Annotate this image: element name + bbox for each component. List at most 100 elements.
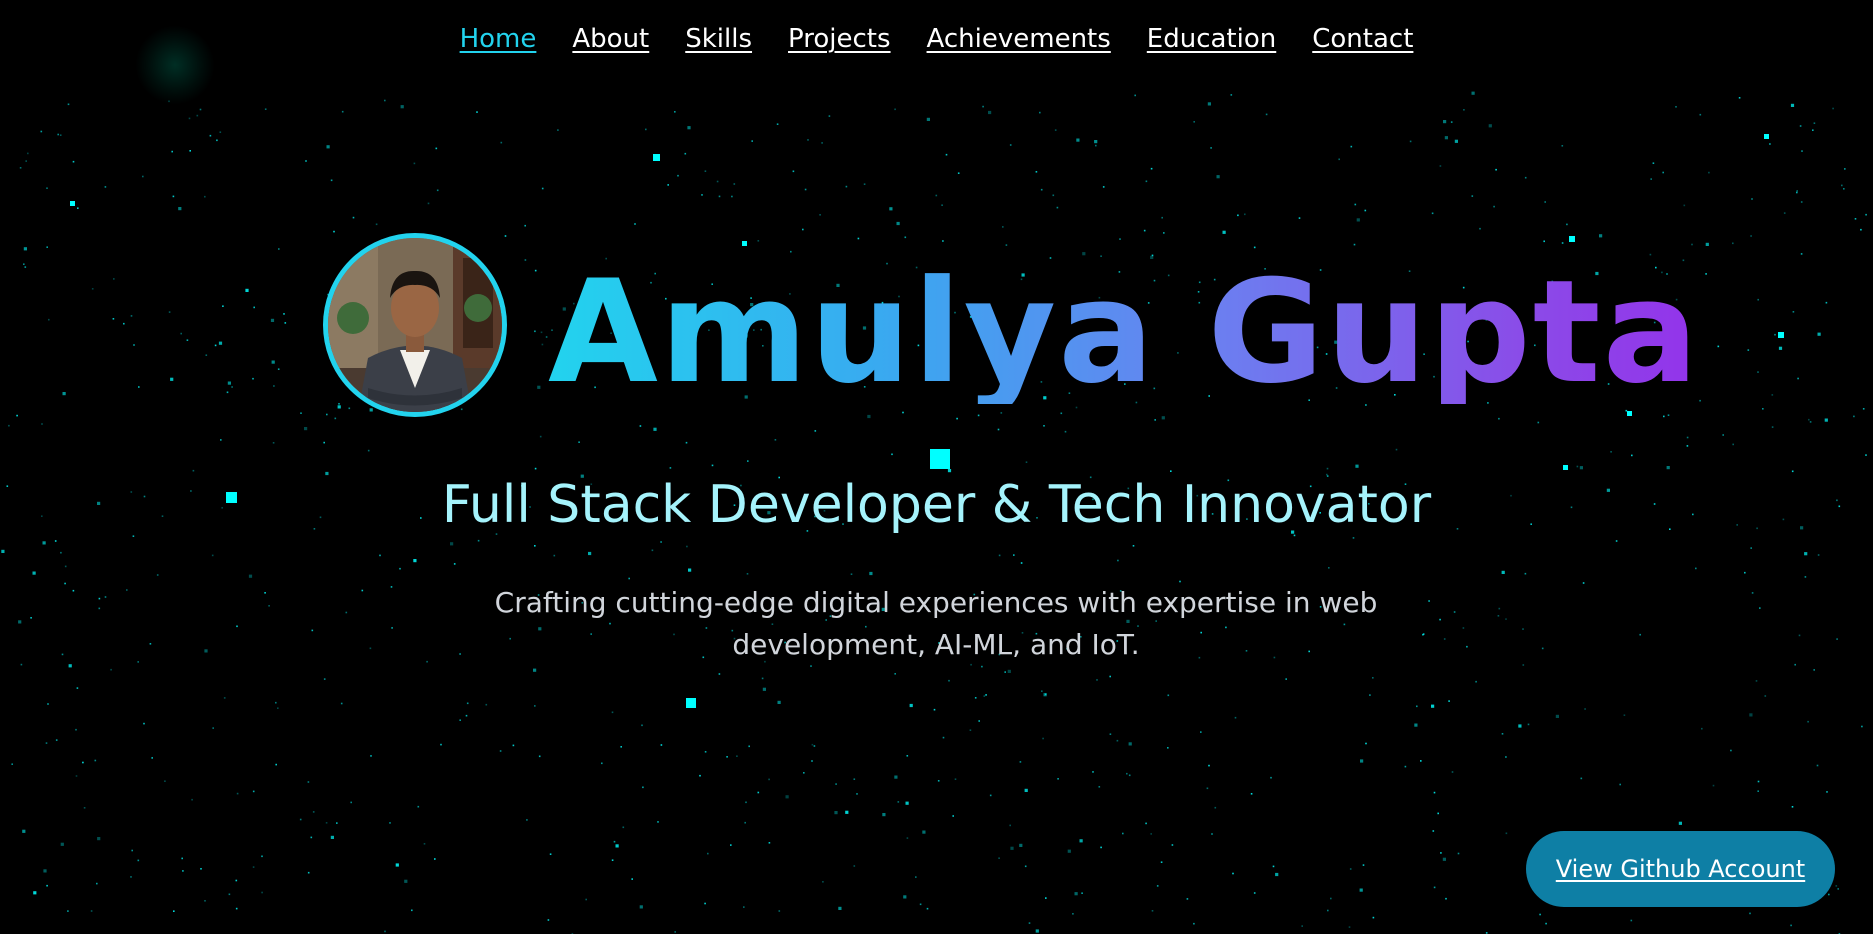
particle: [216, 139, 218, 142]
particle: [1338, 158, 1340, 161]
particle: [427, 202, 430, 205]
particle: [236, 625, 238, 628]
particle: [988, 110, 992, 115]
github-button-label[interactable]: View Github Account: [1556, 855, 1805, 883]
particle: [611, 859, 614, 861]
particle: [1505, 832, 1508, 835]
particle: [1348, 926, 1351, 928]
particle: [1722, 434, 1724, 436]
particle: [540, 331, 543, 334]
particle: [1522, 664, 1525, 666]
particle: [541, 187, 544, 190]
particle: [1128, 774, 1131, 777]
hero-name: Amulya Gupta: [548, 250, 1701, 415]
nav-link-skills[interactable]: Skills: [685, 24, 752, 54]
particle: [957, 172, 960, 174]
particle: [1576, 465, 1579, 468]
particle: [1807, 720, 1809, 723]
nav-link-home[interactable]: Home: [460, 24, 537, 54]
particle: [1143, 229, 1146, 232]
particle: [1545, 922, 1547, 925]
particle: [1156, 885, 1159, 887]
particle: [1466, 645, 1468, 648]
particle: [361, 589, 364, 592]
particle: [1749, 912, 1751, 915]
nav-link-projects[interactable]: Projects: [788, 24, 891, 54]
particle: [369, 408, 373, 412]
particle: [1253, 892, 1256, 894]
nav-link-education[interactable]: Education: [1147, 24, 1276, 54]
particle: [477, 539, 480, 542]
particle: [1167, 694, 1170, 697]
particle-large: [742, 241, 747, 246]
particle: [8, 424, 10, 427]
particle: [1064, 430, 1067, 433]
particle: [16, 414, 18, 417]
particle: [1828, 893, 1830, 896]
particle: [942, 240, 944, 242]
particle: [338, 403, 340, 405]
particle: [1013, 554, 1015, 556]
particle: [778, 910, 781, 912]
particle: [757, 791, 760, 794]
particle: [1652, 162, 1655, 164]
particle: [785, 795, 789, 799]
particle: [1844, 168, 1846, 170]
particle: [273, 385, 275, 387]
particle: [337, 405, 341, 409]
particle: [156, 574, 159, 576]
particle: [1854, 218, 1857, 220]
particle: [311, 629, 314, 632]
particle: [660, 744, 663, 746]
nav-link-achievements[interactable]: Achievements: [927, 24, 1111, 54]
particle: [533, 668, 537, 672]
particle: [867, 414, 871, 419]
particle: [1495, 168, 1497, 171]
particle: [1206, 787, 1209, 790]
particle: [850, 573, 853, 575]
particle: [1126, 772, 1128, 775]
particle: [1799, 125, 1802, 127]
particle: [751, 140, 753, 142]
github-button[interactable]: View Github Account: [1526, 831, 1835, 907]
particle: [1835, 885, 1838, 887]
particle: [1790, 924, 1792, 927]
particle: [1328, 567, 1330, 569]
particle: [333, 230, 335, 233]
particle: [312, 811, 315, 813]
particle: [1160, 861, 1163, 863]
particle: [1364, 209, 1367, 212]
particle: [969, 729, 972, 731]
particle: [222, 305, 224, 307]
particle: [76, 687, 79, 689]
particle: [704, 902, 706, 905]
particle: [989, 794, 992, 797]
particle: [1094, 140, 1098, 144]
particle: [104, 186, 107, 188]
particle: [628, 577, 630, 580]
particle: [326, 145, 330, 149]
particle: [1005, 244, 1008, 246]
particle: [685, 441, 688, 444]
particle: [43, 869, 47, 873]
particle: [1007, 669, 1011, 673]
particle: [1792, 311, 1795, 313]
particle: [736, 755, 738, 757]
particle: [1804, 576, 1807, 578]
particle: [299, 818, 302, 821]
particle: [1442, 857, 1446, 861]
particle: [748, 745, 750, 748]
particle: [985, 694, 987, 696]
particle: [245, 288, 249, 292]
particle: [814, 430, 817, 432]
particle: [835, 783, 837, 785]
particle: [896, 221, 900, 226]
particle: [226, 391, 229, 394]
nav-link-about[interactable]: About: [572, 24, 649, 54]
particle: [889, 207, 893, 211]
particle: [834, 811, 838, 815]
particle: [1798, 634, 1801, 637]
particle: [57, 133, 59, 136]
particle: [214, 344, 217, 347]
nav-link-contact[interactable]: Contact: [1312, 24, 1413, 54]
